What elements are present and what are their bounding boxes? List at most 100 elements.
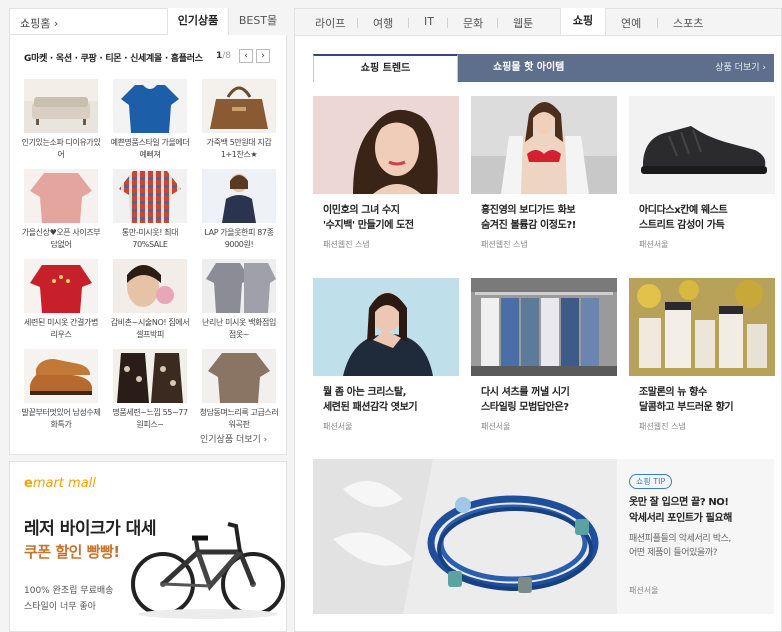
- left-panel: 쇼핑홈 › 인기상품 BEST몰 G마켓 · 옥션 · 쿠팡 · 티몬 · 신세…: [9, 0, 287, 632]
- nav-divider: [447, 18, 448, 28]
- card-source: 패션서울: [481, 422, 511, 431]
- tip-source: 패션서울: [629, 586, 659, 595]
- tab-shopping-trend[interactable]: 쇼핑 트렌드: [313, 54, 458, 82]
- nav-entertainment[interactable]: 연예: [621, 15, 641, 31]
- product-caption: 예쁜명품스타일 가을에더예뻐져: [110, 138, 190, 159]
- sofa-image: [24, 79, 98, 133]
- nav-divider: [408, 18, 409, 28]
- nav-divider: [657, 18, 658, 28]
- tab-hot-items[interactable]: 쇼핑몰 핫 아이템: [493, 54, 564, 82]
- nav-life[interactable]: 라이프: [315, 15, 345, 31]
- black-sneaker-image: [629, 96, 775, 194]
- banner-subtitle: 쿠폰 할인 빵빵!: [24, 543, 120, 561]
- product-item[interactable]: 가죽백 5만원대 지갑1+1찬스★: [199, 79, 279, 161]
- pink-blouse-image: [24, 169, 98, 223]
- popular-products-panel: G마켓 · 옥션 · 쿠팡 · 티몬 · 신세계몰 · 홈플러스 1/8 ‹ ›…: [9, 35, 287, 455]
- article-card[interactable]: 아디다스x칸예 웨스트 스트리트 감성이 가득 패션서울: [629, 96, 775, 262]
- product-caption: 발끝부터멋있어 남성수제화특가: [21, 408, 101, 429]
- product-item[interactable]: 통만-미시옷! 최대70%SALE: [110, 169, 190, 251]
- next-page-button[interactable]: ›: [256, 49, 270, 63]
- category-nav: 라이프 여행 IT 문화 웹툰 쇼핑 연예 스포츠: [294, 8, 782, 36]
- product-item[interactable]: 갑비촌~시술NO! 집에서셀프박피: [110, 259, 190, 341]
- nav-webtoon[interactable]: 웹툰: [513, 15, 533, 31]
- product-caption: 청담동며느리룩 고급스러워곡판: [199, 408, 279, 429]
- banner-note: 스타일이 너무 좋아: [24, 602, 96, 612]
- product-item[interactable]: 난리난 미시옷 백화점입점옷~: [199, 259, 279, 341]
- more-products-link[interactable]: 상품 더보기 ›: [715, 54, 766, 82]
- nav-it[interactable]: IT: [424, 15, 434, 28]
- plaid-shirt-image: [113, 169, 187, 223]
- banner-note: 100% 완조립 무료배송: [24, 586, 114, 596]
- lace-dress-image: [113, 349, 187, 403]
- card-title: 이민호의 그녀 수지 '수지백' 만들기에 도전: [323, 205, 414, 231]
- card-source: 패션서울: [323, 422, 353, 431]
- card-title: 뭘 좀 아는 크리스탈, 세련된 패션감각 엿보기: [323, 387, 418, 413]
- product-caption: 가죽백 5만원대 지갑1+1찬스★: [206, 138, 272, 159]
- shopping-content: 쇼핑 트렌드 쇼핑몰 핫 아이템 상품 더보기 › 이민호의 그녀 수지 '수지백…: [294, 35, 782, 632]
- grey-shirt-image: [202, 259, 276, 313]
- tab-best-mall[interactable]: BEST몰: [229, 8, 287, 35]
- tip-title: 옷만 잘 입으면 끝? NO! 악세서리 포인트가 필요해: [629, 497, 732, 524]
- nav-divider: [497, 18, 498, 28]
- card-title: 아디다스x칸예 웨스트 스트리트 감성이 가득: [639, 205, 728, 231]
- perfume-bottles-image: [629, 278, 775, 376]
- article-card[interactable]: 조말론의 뉴 향수 달콤하고 부드러운 향기 패션웹진 스냅: [629, 278, 775, 444]
- leather-bag-image: [202, 79, 276, 133]
- card-title: 조말론의 뉴 향수 달콤하고 부드러운 향기: [639, 387, 734, 413]
- product-item[interactable]: 청담동며느리룩 고급스러워곡판: [199, 349, 279, 431]
- product-item[interactable]: 발끝부터멋있어 남성수제화특가: [21, 349, 101, 431]
- article-card[interactable]: 뭘 좀 아는 크리스탈, 세련된 패션감각 엿보기 패션서울: [313, 278, 459, 444]
- product-item[interactable]: 가을신상♥오픈 사이즈부담없어: [21, 169, 101, 251]
- nav-culture[interactable]: 문화: [463, 15, 483, 31]
- model-black-image: [202, 169, 276, 223]
- article-card[interactable]: 홍진영의 보디가드 화보 숨겨진 볼륨감 이정도?! 패션웹진 스냅: [471, 96, 617, 262]
- card-source: 패션웹진 스냅: [323, 240, 370, 249]
- product-caption: 가을신상♥오픈 사이즈부담없어: [21, 228, 101, 249]
- face-mask-image: [113, 259, 187, 313]
- nav-divider: [357, 18, 358, 28]
- nav-sports[interactable]: 스포츠: [673, 15, 703, 31]
- product-item[interactable]: LAP 가을옷한피 87종 9000원!: [199, 169, 279, 251]
- page-indicator: 1/8: [216, 51, 232, 61]
- product-item[interactable]: 인기있는소파 디이유가있어: [21, 79, 101, 161]
- product-caption: 난리난 미시옷 백화점입점옷~: [202, 318, 276, 339]
- product-item[interactable]: 명품세련~느낌 55~77 원피스~: [110, 349, 190, 431]
- article-card[interactable]: 이민호의 그녀 수지 '수지백' 만들기에 도전 패션웹진 스냅: [313, 96, 459, 262]
- emart-mall-banner[interactable]: emart mall 레저 바이크가 대세 쿠폰 할인 빵빵! 100% 완조립…: [9, 461, 287, 632]
- red-top-image: [24, 259, 98, 313]
- card-source: 패션웹진 스냅: [481, 240, 528, 249]
- brown-shoes-image: [24, 349, 98, 403]
- knit-top-image: [202, 349, 276, 403]
- blue-bracelet-image: [313, 459, 617, 614]
- tab-bar: 쇼핑몰 핫 아이템 상품 더보기 ›: [458, 54, 774, 82]
- woman-knit-image: [313, 278, 459, 376]
- more-popular-products-link[interactable]: 인기상품 더보기 ›: [200, 432, 267, 445]
- blue-top-image: [113, 79, 187, 133]
- product-item[interactable]: 예쁜명품스타일 가을에더예뻐져: [110, 79, 190, 161]
- emart-mall-logo: emart mall: [24, 476, 96, 491]
- article-card[interactable]: 다시 셔츠를 꺼낼 시기 스타일링 모범답안은? 패션서울: [471, 278, 617, 444]
- shopping-tip-card[interactable]: 쇼핑 TIP 옷만 잘 입으면 끝? NO! 악세서리 포인트가 필요해 패션피플…: [313, 459, 774, 614]
- product-item[interactable]: 세련된 미시옷 간결가볍리우스: [21, 259, 101, 341]
- card-title: 다시 셔츠를 꺼낼 시기 스타일링 모범답안은?: [481, 387, 570, 413]
- card-title: 홍진영의 보디가드 화보 숨겨진 볼륨감 이정도?!: [481, 205, 576, 231]
- product-caption: 통만-미시옷! 최대70%SALE: [121, 228, 179, 249]
- product-caption: 갑비촌~시술NO! 집에서셀프박피: [110, 318, 190, 339]
- shopping-tip-badge: 쇼핑 TIP: [629, 474, 673, 489]
- woman-red-bra-image: [471, 96, 617, 194]
- nav-shopping[interactable]: 쇼핑: [560, 8, 606, 36]
- shopping-home-link[interactable]: 쇼핑홈 ›: [20, 15, 58, 31]
- right-panel: 라이프 여행 IT 문화 웹툰 쇼핑 연예 스포츠 쇼핑 트렌드 쇼핑몰 핫 아…: [294, 0, 782, 632]
- woman-portrait-image: [313, 96, 459, 194]
- shirt-rack-image: [471, 278, 617, 376]
- card-source: 패션서울: [639, 240, 669, 249]
- tip-description: 패션피플들의 악세서리 박스, 어떤 제품이 들어있을까?: [629, 534, 731, 558]
- prev-page-button[interactable]: ‹: [239, 49, 253, 63]
- tab-popular-products[interactable]: 인기상품: [167, 8, 229, 35]
- shopping-header: 쇼핑홈 › 인기상품 BEST몰: [9, 8, 287, 35]
- product-caption: LAP 가을옷한피 87종 9000원!: [204, 228, 274, 249]
- product-caption: 인기있는소파 디이유가있어: [21, 138, 101, 159]
- nav-travel[interactable]: 여행: [373, 15, 393, 31]
- product-caption: 명품세련~느낌 55~77 원피스~: [112, 408, 188, 429]
- mall-list[interactable]: G마켓 · 옥션 · 쿠팡 · 티몬 · 신세계몰 · 홈플러스: [24, 51, 203, 64]
